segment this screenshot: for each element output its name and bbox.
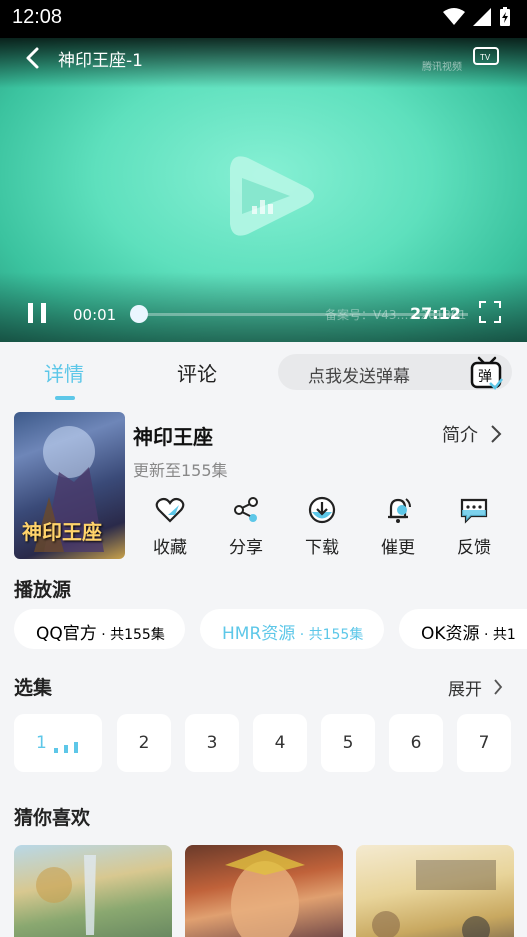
source-count: · 共155集 [295,627,364,643]
download-button[interactable]: 下载 [292,495,352,558]
recommend-card[interactable] [185,845,343,937]
source-name: OK资源 [421,624,480,644]
recommend-thumbnail [225,850,305,937]
recommend-title: 猜你喜欢 [14,807,91,829]
status-icons [443,7,511,27]
source-name: QQ官方 [36,624,97,644]
source-count: · 共1 [479,627,516,643]
danmu-icon-label: 弹 [478,369,492,385]
favorite-button[interactable]: 收藏 [140,495,200,558]
danmu-icon[interactable]: 弹 [470,354,504,390]
episode-number: 4 [274,733,286,753]
chevron-right-icon[interactable] [490,424,502,444]
episode-number: 3 [206,733,218,753]
wifi-icon [443,8,465,25]
tab-comments[interactable]: 评论 [177,358,217,387]
back-icon[interactable] [22,46,44,70]
source-ok[interactable]: OK资源 · 共1 [399,609,527,649]
video-logo-icon [230,156,314,236]
intro-link[interactable]: 简介 [442,421,478,447]
episode-button[interactable]: 2 [117,714,171,772]
episode-button[interactable]: 5 [321,714,375,772]
episode-button[interactable]: 6 [389,714,443,772]
feedback-icon [460,498,488,524]
status-bar: 12:08 [0,0,527,38]
duration: 27:12 [410,304,461,323]
svg-text:TV: TV [480,53,491,62]
fullscreen-icon[interactable] [478,300,502,324]
chevron-right-icon[interactable] [493,678,503,696]
tab-indicator [55,396,75,400]
recommend-card[interactable] [356,845,514,937]
update-status: 更新至155集 [133,461,228,480]
expand-link[interactable]: 展开 [448,675,482,700]
share-button[interactable]: 分享 [216,495,276,558]
episode-number: 2 [138,733,150,753]
episode-number: 1 [36,733,47,753]
watermark: 腾讯视频 [422,62,462,73]
feedback-button[interactable]: 反馈 [444,495,504,558]
battery-icon [500,7,510,26]
app-root: { "status_bar": { "time": "12:08" }, "pl… [0,0,527,937]
tab-details[interactable]: 详情 [44,358,84,387]
video-player[interactable]: 神印王座-1 TV 腾讯视频 00:01 备案号：V43……201301 27:… [0,38,527,342]
anime-title: 神印王座 [133,425,213,449]
progress-knob[interactable] [130,305,148,323]
tv-cast-icon[interactable]: TV [472,44,500,68]
recommend-thumbnail [36,855,96,935]
danmu-input[interactable]: 点我发送弹幕 弹 [278,354,512,390]
source-count: · 共155集 [96,627,165,643]
sources-title: 播放源 [14,579,72,601]
source-hmr[interactable]: HMR资源 · 共155集 [200,609,384,649]
episode-number: 7 [478,733,490,753]
urge-update-button[interactable]: 催更 [368,495,428,558]
favorite-label: 收藏 [153,538,187,558]
episode-button[interactable]: 4 [253,714,307,772]
poster-text: 神印王座 [22,520,102,544]
playing-indicator-icon [54,742,78,753]
episode-button[interactable]: 1 [14,714,102,772]
episode-number: 5 [342,733,354,753]
recommend-thumbnail [372,860,496,937]
poster-image[interactable]: 神印王座 [14,412,125,559]
source-name: HMR资源 [222,624,296,644]
episode-button[interactable]: 3 [185,714,239,772]
urge-update-label: 催更 [381,538,415,558]
episodes-title: 选集 [14,677,53,699]
recommend-card[interactable] [14,845,172,937]
signal-icon [473,8,491,26]
heart-icon [155,497,185,523]
share-label: 分享 [229,538,263,558]
player-title: 神印王座-1 [58,51,143,71]
bell-icon [388,498,411,523]
status-time: 12:08 [12,6,63,28]
danmu-placeholder: 点我发送弹幕 [308,367,410,387]
episode-button[interactable]: 7 [457,714,511,772]
pause-icon[interactable] [26,301,48,325]
source-qq[interactable]: QQ官方 · 共155集 [14,609,185,649]
download-label: 下载 [305,538,339,558]
episode-number: 6 [410,733,422,753]
share-icon [234,497,258,522]
current-time: 00:01 [73,306,117,324]
feedback-label: 反馈 [457,538,491,558]
download-icon [308,496,336,524]
